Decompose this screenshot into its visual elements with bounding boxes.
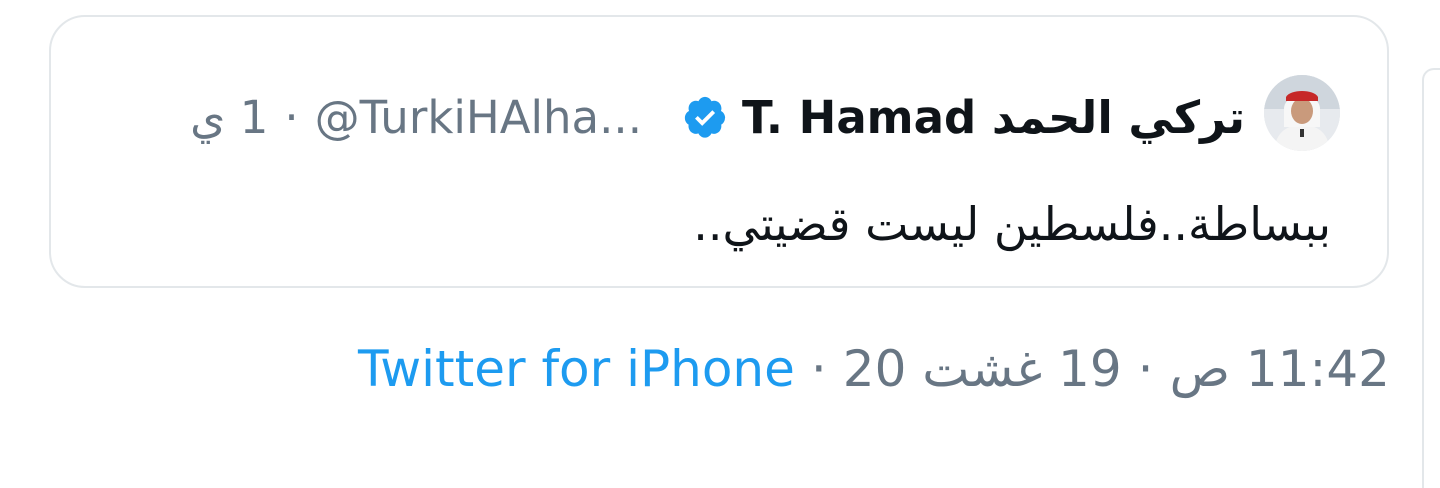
tweet-meta: @TurkiHAlha... · 1 ي <box>190 91 642 144</box>
avatar[interactable] <box>1264 75 1340 151</box>
tweet-time[interactable]: 11:42 ص <box>1170 340 1390 398</box>
timestamp-separator: · <box>1137 340 1154 398</box>
source-separator: · <box>810 340 827 398</box>
meta-separator: · <box>284 90 299 144</box>
user-handle[interactable]: @TurkiHAlha... <box>315 91 642 144</box>
tweet-text: ببساطة..فلسطين ليست قضيتي.. <box>693 197 1331 251</box>
source-link[interactable]: Twitter for iPhone <box>358 340 795 398</box>
verified-badge-icon <box>684 96 726 138</box>
tweet-timestamp-row: 11:42 ص · 19 غشت 20 · Twitter for iPhone <box>358 340 1390 398</box>
tweet-date[interactable]: 19 غشت 20 <box>843 340 1122 398</box>
quoted-tweet-card[interactable]: تركي الحمد T. Hamad @TurkiHAlha... · 1 ي… <box>49 15 1389 288</box>
time-ago[interactable]: 1 ي <box>190 91 268 144</box>
display-name[interactable]: تركي الحمد T. Hamad <box>742 91 1245 144</box>
adjacent-card-edge <box>1422 68 1440 488</box>
